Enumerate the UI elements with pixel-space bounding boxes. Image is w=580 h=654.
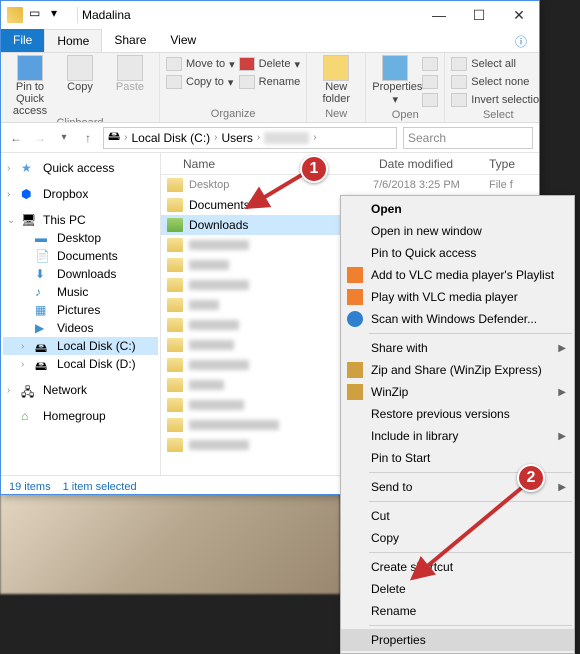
address-bar: ← → ▾ ↑ 🖴› Local Disk (C:)› Users› › Sea…	[1, 123, 539, 153]
nav-dropbox[interactable]: ›⬢Dropbox	[3, 185, 158, 203]
nav-diskd[interactable]: ›🖴Local Disk (D:)	[3, 355, 158, 373]
back-button[interactable]: ←	[7, 129, 25, 147]
winzip-icon	[347, 384, 363, 400]
list-item[interactable]: Desktop7/6/2018 3:25 PMFile f	[161, 175, 539, 195]
ctx-sharewith[interactable]: Share with▶	[341, 337, 574, 359]
ctx-winzip[interactable]: WinZip▶	[341, 381, 574, 403]
chevron-right-icon: ▶	[558, 482, 566, 493]
qat-props-icon[interactable]: ▭	[29, 6, 47, 24]
ctx-include[interactable]: Include in library▶	[341, 425, 574, 447]
nav-documents[interactable]: 📄Documents	[3, 247, 158, 265]
breadcrumb[interactable]: 🖴› Local Disk (C:)› Users› ›	[103, 127, 397, 149]
moveto-button[interactable]: Move to ▾	[166, 55, 235, 73]
ctx-properties[interactable]: Properties	[341, 629, 574, 651]
ribbon: Pin to Quick access Copy Paste Clipboard…	[1, 53, 539, 123]
chevron-right-icon: ▶	[558, 343, 566, 354]
status-items: 19 items	[9, 481, 51, 493]
nav-thispc[interactable]: ⌄🖥This PC	[3, 211, 158, 229]
ctx-defender[interactable]: Scan with Windows Defender...	[341, 308, 574, 330]
folder-title-icon	[7, 7, 23, 23]
close-button[interactable]: ✕	[499, 1, 539, 29]
ctx-rename[interactable]: Rename	[341, 600, 574, 622]
up-button[interactable]: ↑	[79, 129, 97, 147]
ctx-restore[interactable]: Restore previous versions	[341, 403, 574, 425]
window-title: Madalina	[78, 8, 419, 22]
minimize-button[interactable]: —	[419, 1, 459, 29]
annotation-2: 2	[517, 464, 545, 492]
winzip-icon	[347, 362, 363, 378]
nav-quick-access[interactable]: ›★Quick access	[3, 159, 158, 177]
nav-music[interactable]: ♪Music	[3, 283, 158, 301]
nav-pictures[interactable]: ▦Pictures	[3, 301, 158, 319]
tab-home[interactable]: Home	[44, 29, 102, 52]
drive-icon: 🖴	[108, 127, 120, 148]
copy-button[interactable]: Copy	[57, 55, 103, 93]
ctx-vlc-add[interactable]: Add to VLC media player's Playlist	[341, 264, 574, 286]
status-selected: 1 item selected	[63, 481, 137, 493]
ribbon-help-icon[interactable]: ⓘ	[503, 29, 539, 52]
tab-file[interactable]: File	[1, 29, 44, 52]
context-menu: Open Open in new window Pin to Quick acc…	[340, 195, 575, 654]
delete-button[interactable]: Delete ▾	[239, 55, 301, 73]
nav-tree: ›★Quick access ›⬢Dropbox ⌄🖥This PC ▬Desk…	[1, 153, 161, 475]
ctx-pin-quick[interactable]: Pin to Quick access	[341, 242, 574, 264]
nav-diskc[interactable]: ›🖴Local Disk (C:)	[3, 337, 158, 355]
nav-desktop[interactable]: ▬Desktop	[3, 229, 158, 247]
ctx-open[interactable]: Open	[341, 198, 574, 220]
nav-videos[interactable]: ▶Videos	[3, 319, 158, 337]
tab-view[interactable]: View	[158, 29, 208, 52]
arrow-2	[405, 480, 535, 585]
invert-button[interactable]: Invert selection	[451, 91, 539, 109]
shield-icon	[347, 311, 363, 327]
selectall-button[interactable]: Select all	[451, 55, 539, 73]
column-headers[interactable]: Name Date modified Type	[161, 153, 539, 175]
rename-button[interactable]: Rename	[239, 73, 301, 91]
selectnone-button[interactable]: Select none	[451, 73, 539, 91]
paste-button[interactable]: Paste	[107, 55, 153, 93]
nav-homegroup[interactable]: ⌂Homegroup	[3, 407, 158, 425]
nav-downloads[interactable]: ⬇Downloads	[3, 265, 158, 283]
ctx-zipshare[interactable]: Zip and Share (WinZip Express)	[341, 359, 574, 381]
chevron-right-icon: ▶	[558, 431, 566, 442]
copyto-button[interactable]: Copy to ▾	[166, 73, 235, 91]
nav-network[interactable]: ›🖧Network	[3, 381, 158, 399]
qat-dropdown-icon[interactable]: ▾	[51, 6, 69, 24]
annotation-1: 1	[300, 155, 328, 183]
search-input[interactable]: Search	[403, 127, 533, 149]
maximize-button[interactable]: ☐	[459, 1, 499, 29]
properties-button[interactable]: Properties ▾	[372, 55, 418, 106]
ctx-open-new[interactable]: Open in new window	[341, 220, 574, 242]
vlc-icon	[347, 267, 363, 283]
recent-dropdown[interactable]: ▾	[55, 129, 73, 147]
newfolder-button[interactable]: New folder	[313, 55, 359, 105]
ctx-vlc-play[interactable]: Play with VLC media player	[341, 286, 574, 308]
vlc-icon	[347, 289, 363, 305]
ribbon-tabs: File Home Share View ⓘ	[1, 29, 539, 53]
forward-button[interactable]: →	[31, 129, 49, 147]
tab-share[interactable]: Share	[102, 29, 158, 52]
titlebar[interactable]: ▭ ▾ Madalina — ☐ ✕	[1, 1, 539, 29]
chevron-right-icon: ▶	[558, 387, 566, 398]
pin-quick-button[interactable]: Pin to Quick access	[7, 55, 53, 117]
